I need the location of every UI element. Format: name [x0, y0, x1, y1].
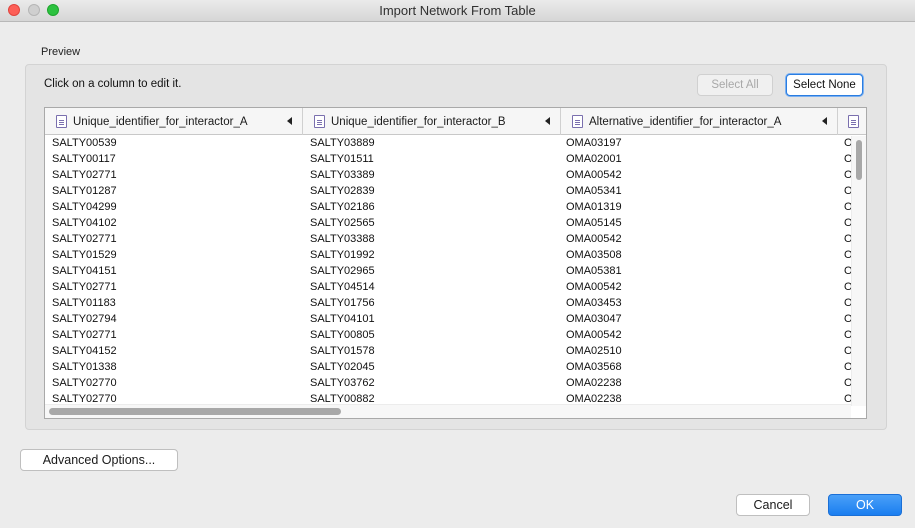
- table-cell: SALTY04102: [52, 217, 117, 229]
- preview-table: Unique_identifier_for_interactor_A Uniqu…: [44, 107, 867, 419]
- table-cell: OMA00542: [566, 233, 622, 245]
- select-all-button[interactable]: Select All: [697, 74, 773, 96]
- table-header: Unique_identifier_for_interactor_A Uniqu…: [45, 108, 866, 135]
- table-cell: SALTY00539: [52, 137, 117, 149]
- table-cell: SALTY02771: [52, 169, 117, 181]
- column-header-interactor-a[interactable]: Unique_identifier_for_interactor_A: [45, 108, 303, 135]
- table-cell: OMA03197: [566, 137, 622, 149]
- table-cell: OMA02238: [566, 377, 622, 389]
- table-cell: SALTY01183: [52, 297, 116, 309]
- table-cell: SALTY01287: [52, 185, 117, 197]
- table-row: SALTY04151 SALTY02965 OMA05381 O: [45, 264, 852, 280]
- table-row: SALTY04102 SALTY02565 OMA05145 O: [45, 216, 852, 232]
- table-cell: OMA05381: [566, 265, 622, 277]
- table-cell: SALTY02839: [310, 185, 375, 197]
- table-cell: OMA00542: [566, 169, 622, 181]
- table-cell: SALTY04151: [52, 265, 117, 277]
- column-header-label: Alternative_identifier_for_interactor_A: [589, 115, 782, 128]
- column-header-label: Unique_identifier_for_interactor_B: [331, 115, 506, 128]
- table-cell: SALTY04299: [52, 201, 117, 213]
- sort-arrow-icon[interactable]: [822, 117, 827, 125]
- table-cell: SALTY01511: [310, 153, 374, 165]
- table-row: SALTY00539 SALTY03889 OMA03197 O: [45, 136, 852, 152]
- table-cell: SALTY02771: [52, 281, 117, 293]
- table-cell: SALTY01578: [310, 345, 375, 357]
- column-header-alt-interactor-a[interactable]: Alternative_identifier_for_interactor_A: [561, 108, 838, 135]
- column-header-interactor-b[interactable]: Unique_identifier_for_interactor_B: [303, 108, 561, 135]
- table-cell: SALTY00805: [310, 329, 375, 341]
- table-cell: SALTY03388: [310, 233, 375, 245]
- table-cell: SALTY02771: [52, 329, 117, 341]
- column-header-label: Unique_identifier_for_interactor_A: [73, 115, 248, 128]
- table-cell: SALTY00117: [52, 153, 116, 165]
- table-cell: SALTY03889: [310, 137, 375, 149]
- instruction-text: Click on a column to edit it.: [44, 78, 182, 90]
- table-row: SALTY01183 SALTY01756 OMA03453 O: [45, 296, 852, 312]
- table-cell: OMA00542: [566, 281, 622, 293]
- column-header-partial[interactable]: [838, 108, 866, 135]
- document-icon: [572, 115, 583, 128]
- table-cell: SALTY04514: [310, 281, 375, 293]
- advanced-options-button[interactable]: Advanced Options...: [20, 449, 178, 471]
- table-cell: SALTY01529: [52, 249, 117, 261]
- table-cell: OMA03453: [566, 297, 622, 309]
- table-cell: SALTY01756: [310, 297, 375, 309]
- cancel-button[interactable]: Cancel: [736, 494, 810, 516]
- table-row: SALTY02770 SALTY03762 OMA02238 O: [45, 376, 852, 392]
- sort-arrow-icon[interactable]: [545, 117, 550, 125]
- sort-arrow-icon[interactable]: [287, 117, 292, 125]
- table-body: SALTY00539 SALTY03889 OMA03197 O SALTY00117 S…: [45, 136, 852, 408]
- table-cell: SALTY02565: [310, 217, 375, 229]
- table-cell: OMA03508: [566, 249, 622, 261]
- table-row: SALTY02771 SALTY04514 OMA00542 O: [45, 280, 852, 296]
- document-icon: [314, 115, 325, 128]
- table-cell: SALTY02965: [310, 265, 375, 277]
- window-title: Import Network From Table: [379, 3, 536, 18]
- preview-label: Preview: [41, 46, 81, 58]
- table-cell: OMA05145: [566, 217, 622, 229]
- horizontal-scrollbar[interactable]: [45, 404, 851, 418]
- horizontal-scroll-thumb[interactable]: [49, 408, 341, 415]
- table-cell: SALTY01992: [310, 249, 375, 261]
- table-cell: SALTY01338: [52, 361, 117, 373]
- table-cell: SALTY02771: [52, 233, 117, 245]
- table-cell: OMA03047: [566, 313, 622, 325]
- table-cell: OMA02510: [566, 345, 622, 357]
- table-cell: SALTY04101: [310, 313, 375, 325]
- table-cell: OMA03568: [566, 361, 622, 373]
- table-cell: OMA05341: [566, 185, 622, 197]
- ok-button[interactable]: OK: [828, 494, 902, 516]
- table-row: SALTY04152 SALTY01578 OMA02510 O: [45, 344, 852, 360]
- table-cell: SALTY04152: [52, 345, 117, 357]
- table-cell: SALTY03389: [310, 169, 375, 181]
- table-row: SALTY01529 SALTY01992 OMA03508 O: [45, 248, 852, 264]
- table-row: SALTY02794 SALTY04101 OMA03047 O: [45, 312, 852, 328]
- table-cell: OMA02001: [566, 153, 622, 165]
- document-icon: [848, 115, 859, 128]
- table-cell: OMA00542: [566, 329, 622, 341]
- table-cell: SALTY03762: [310, 377, 375, 389]
- table-row: SALTY02771 SALTY03389 OMA00542 O: [45, 168, 852, 184]
- table-cell: OMA01319: [566, 201, 622, 213]
- table-row: SALTY01338 SALTY02045 OMA03568 O: [45, 360, 852, 376]
- document-icon: [56, 115, 67, 128]
- table-cell: SALTY02794: [52, 313, 117, 325]
- select-none-button[interactable]: Select None: [786, 74, 863, 96]
- table-row: SALTY00117 SALTY01511 OMA02001 O: [45, 152, 852, 168]
- title-bar: Import Network From Table: [0, 0, 915, 22]
- table-cell: SALTY02770: [52, 377, 117, 389]
- table-row: SALTY04299 SALTY02186 OMA01319 O: [45, 200, 852, 216]
- vertical-scroll-thumb[interactable]: [856, 140, 862, 180]
- table-row: SALTY01287 SALTY02839 OMA05341 O: [45, 184, 852, 200]
- vertical-scrollbar[interactable]: [851, 136, 866, 406]
- table-cell: SALTY02186: [310, 201, 375, 213]
- table-row: SALTY02771 SALTY00805 OMA00542 O: [45, 328, 852, 344]
- table-row: SALTY02771 SALTY03388 OMA00542 O: [45, 232, 852, 248]
- table-cell: SALTY02045: [310, 361, 375, 373]
